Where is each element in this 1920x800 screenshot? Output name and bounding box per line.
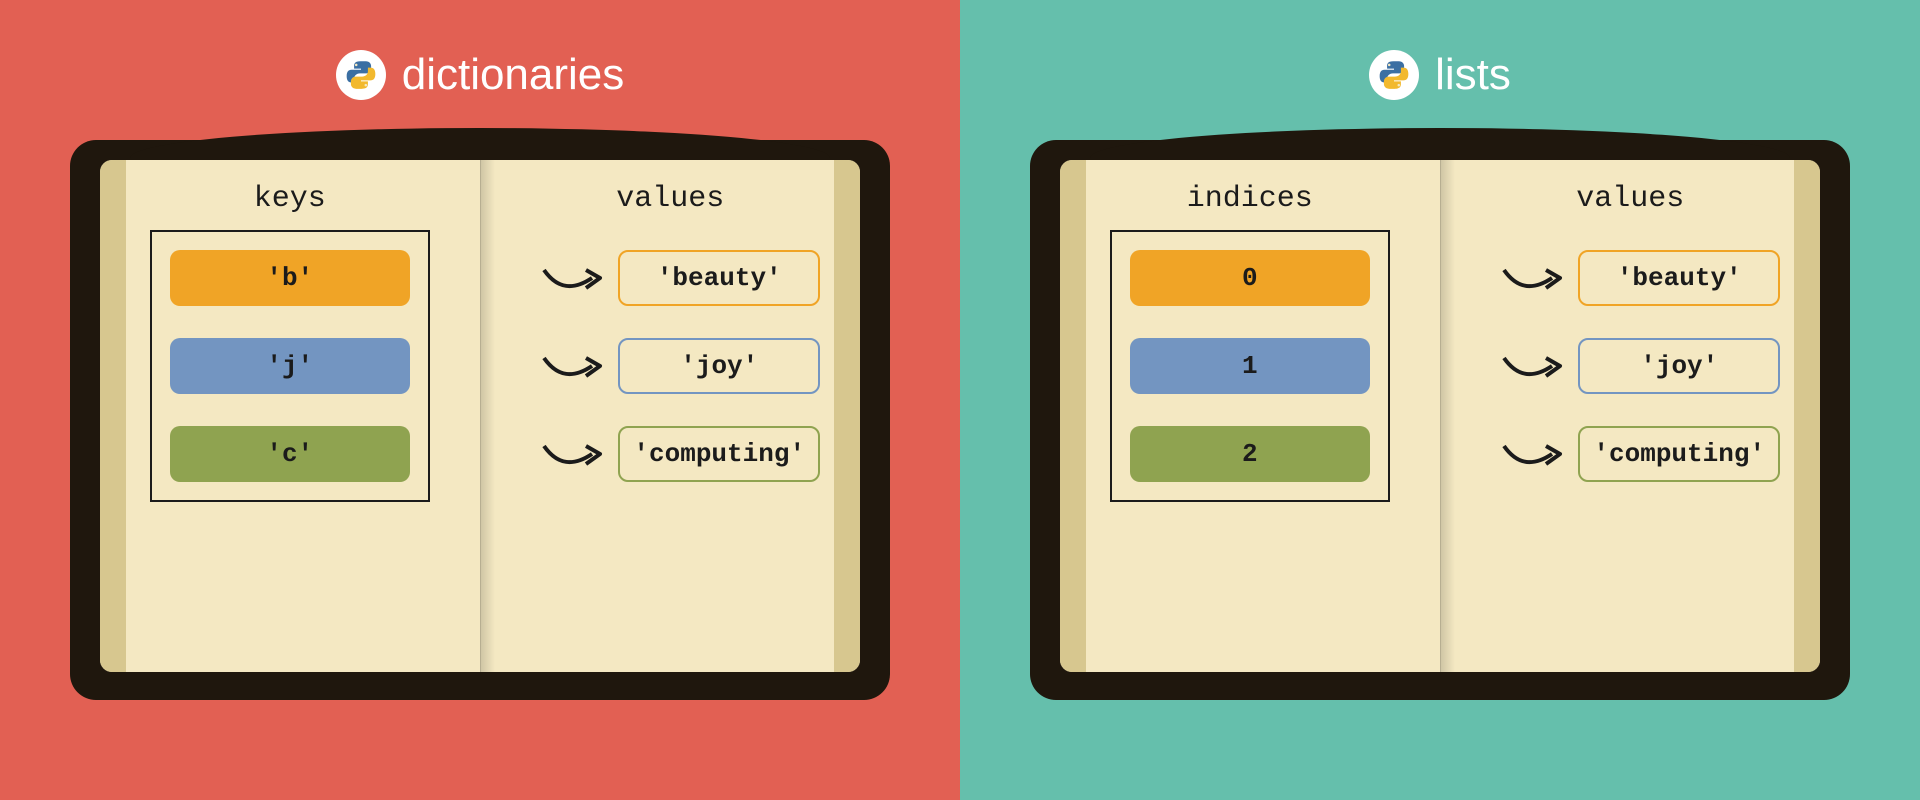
arrow-icon [540, 258, 610, 298]
value-chip: 'computing' [1578, 426, 1780, 482]
values-header: values [1576, 182, 1684, 216]
key-chip: 'c' [170, 426, 410, 482]
value-chip: 'joy' [1578, 338, 1780, 394]
arrow-icon [540, 434, 610, 474]
lists-panel: lists indices 0 1 2 values [960, 0, 1920, 800]
python-logo-icon [1369, 50, 1419, 100]
key-chip: 'j' [170, 338, 410, 394]
python-logo-icon [336, 50, 386, 100]
value-row: 'joy' [540, 338, 820, 394]
arrow-icon [1500, 258, 1570, 298]
book-pages: keys 'b' 'j' 'c' values 'beauty' [100, 160, 860, 672]
value-row: 'computing' [1500, 426, 1780, 482]
lists-title: lists [1369, 50, 1511, 100]
lists-title-text: lists [1435, 50, 1511, 100]
indices-header: indices [1187, 182, 1313, 216]
keys-page: keys 'b' 'j' 'c' [100, 160, 481, 672]
values-col: 'beauty' 'joy' 'comp [1500, 230, 1780, 502]
arrow-icon [540, 346, 610, 386]
value-row: 'computing' [540, 426, 820, 482]
index-chip: 1 [1130, 338, 1370, 394]
values-page: values 'beauty' 'joy' [1441, 160, 1821, 672]
arrow-icon [1500, 434, 1570, 474]
value-chip: 'beauty' [618, 250, 820, 306]
book-pages: indices 0 1 2 values 'beauty' [1060, 160, 1820, 672]
index-chip: 0 [1130, 250, 1370, 306]
dictionaries-title: dictionaries [336, 50, 625, 100]
indices-box: 0 1 2 [1110, 230, 1390, 502]
value-chip: 'computing' [618, 426, 820, 482]
lists-book: indices 0 1 2 values 'beauty' [1030, 140, 1850, 700]
arrow-icon [1500, 346, 1570, 386]
values-header: values [616, 182, 724, 216]
dictionaries-title-text: dictionaries [402, 50, 625, 100]
dictionaries-book: keys 'b' 'j' 'c' values 'beauty' [70, 140, 890, 700]
values-page: values 'beauty' 'joy' [481, 160, 861, 672]
index-chip: 2 [1130, 426, 1370, 482]
key-chip: 'b' [170, 250, 410, 306]
keys-header: keys [254, 182, 326, 216]
value-row: 'beauty' [540, 250, 820, 306]
value-row: 'beauty' [1500, 250, 1780, 306]
value-row: 'joy' [1500, 338, 1780, 394]
value-chip: 'beauty' [1578, 250, 1780, 306]
indices-page: indices 0 1 2 [1060, 160, 1441, 672]
value-chip: 'joy' [618, 338, 820, 394]
values-col: 'beauty' 'joy' 'comp [540, 230, 820, 502]
dictionaries-panel: dictionaries keys 'b' 'j' 'c' values [0, 0, 960, 800]
keys-box: 'b' 'j' 'c' [150, 230, 430, 502]
